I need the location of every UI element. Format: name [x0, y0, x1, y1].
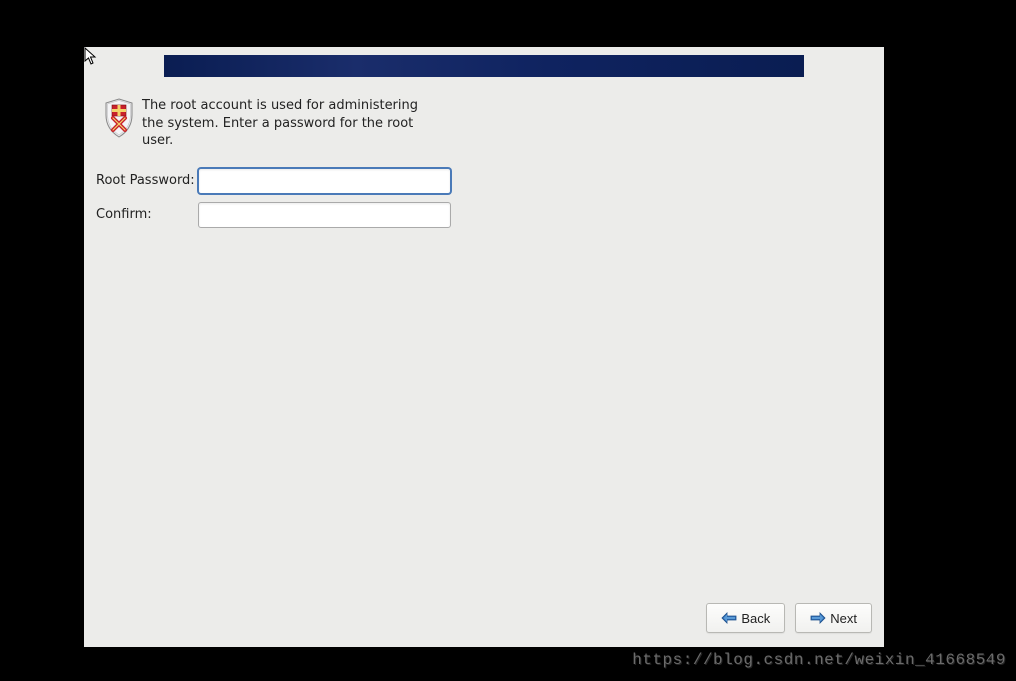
content-area: The root account is used for administeri…	[96, 97, 872, 587]
shield-icon	[102, 97, 136, 139]
description-row: The root account is used for administeri…	[96, 97, 872, 150]
confirm-input[interactable]	[198, 202, 451, 228]
next-button-label: Next	[830, 611, 857, 626]
next-button[interactable]: Next	[795, 603, 872, 633]
header-banner	[164, 55, 804, 77]
back-button-label: Back	[741, 611, 770, 626]
root-password-row: Root Password:	[96, 168, 872, 194]
arrow-left-icon	[721, 612, 737, 624]
confirm-row: Confirm:	[96, 202, 872, 228]
installer-window: The root account is used for administeri…	[84, 47, 884, 647]
back-button[interactable]: Back	[706, 603, 785, 633]
root-password-input[interactable]	[198, 168, 451, 194]
description-text: The root account is used for administeri…	[142, 97, 422, 150]
confirm-label: Confirm:	[96, 207, 198, 222]
arrow-right-icon	[810, 612, 826, 624]
root-password-label: Root Password:	[96, 173, 198, 188]
watermark-text: https://blog.csdn.net/weixin_41668549	[632, 651, 1006, 669]
button-bar: Back Next	[706, 603, 872, 633]
